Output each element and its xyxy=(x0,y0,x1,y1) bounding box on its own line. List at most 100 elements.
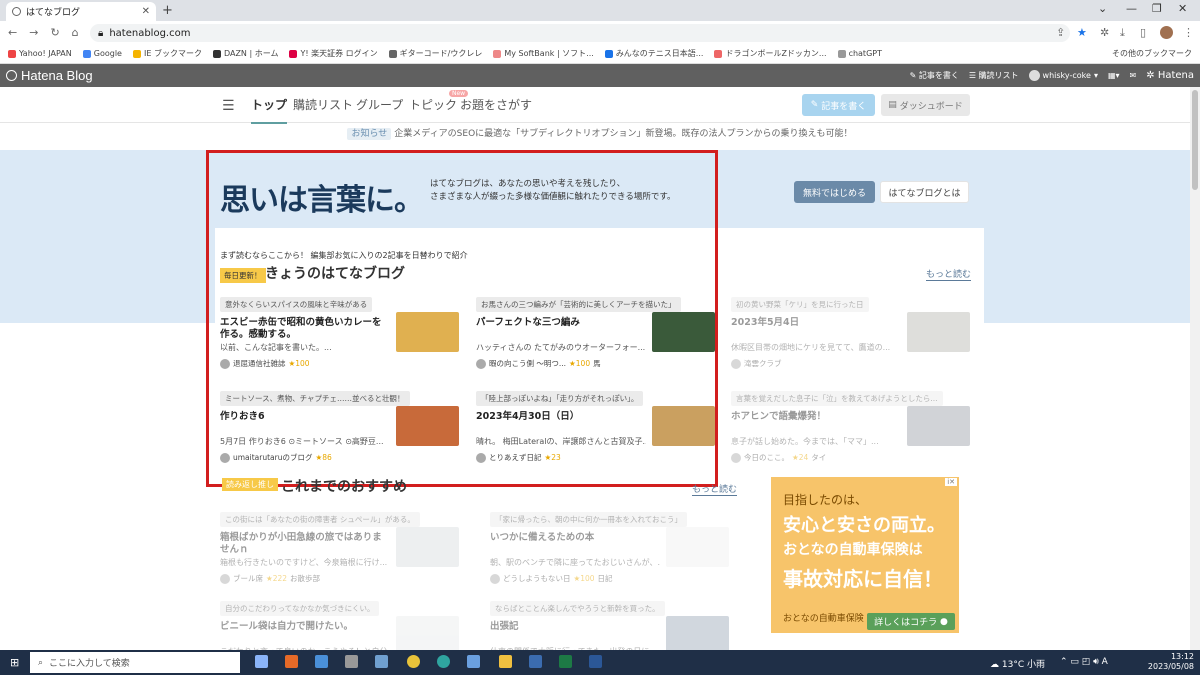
card-thumbnail[interactable] xyxy=(907,312,970,352)
brave-icon[interactable] xyxy=(285,655,298,668)
chevron-down-icon[interactable]: ⌄ xyxy=(1098,2,1107,15)
card-author[interactable]: ブール席 xyxy=(233,573,263,584)
clock[interactable]: 13:12 2023/05/08 xyxy=(1148,652,1194,672)
window-close-button[interactable]: ✕ xyxy=(1178,2,1187,15)
user-menu[interactable]: whisky-coke ▾ xyxy=(1028,70,1098,81)
task-view-icon[interactable] xyxy=(255,655,268,668)
browser-tab-bar xyxy=(0,0,1200,21)
write-article-button[interactable]: ✎ 記事を書く xyxy=(802,94,875,116)
media-icon[interactable] xyxy=(345,655,358,668)
forward-icon[interactable]: → xyxy=(29,26,38,39)
card-title[interactable]: いつかに備えるための本 xyxy=(490,532,660,544)
header-reading-link[interactable]: ☰ 購読リスト xyxy=(969,70,1019,81)
bookmark-item[interactable]: ギターコード/ウクレレ xyxy=(388,48,482,59)
explorer-icon[interactable] xyxy=(499,655,512,668)
bookmark-item[interactable]: Y! 楽天証券 ログイン xyxy=(289,48,378,59)
sidebar-icon[interactable]: ▯ xyxy=(1140,26,1146,39)
bookmark-item[interactable]: DAZN | ホーム xyxy=(212,48,278,59)
weather-widget[interactable]: ☁ 13°C 小雨 xyxy=(990,657,1045,670)
bookmark-item[interactable]: ドラゴンボールZドッカン... xyxy=(714,48,827,59)
card-thumbnail[interactable] xyxy=(907,406,970,446)
word-icon[interactable] xyxy=(589,655,602,668)
card-title[interactable]: ホアヒンで語彙爆発！ xyxy=(731,411,901,423)
card-title[interactable]: 出張記 xyxy=(490,621,660,633)
share-icon[interactable]: ⇪ xyxy=(1056,26,1065,39)
bookmark-item[interactable]: My SoftBank | ソフト... xyxy=(493,48,594,59)
hatena-logo-icon xyxy=(6,70,17,81)
daily-more-link[interactable]: もっと読む xyxy=(926,267,972,281)
app-icon-2[interactable] xyxy=(529,655,542,668)
card-category[interactable]: お散歩部 xyxy=(290,573,320,584)
profile-avatar[interactable] xyxy=(1160,26,1173,39)
reload-icon[interactable]: ↻ xyxy=(50,26,59,39)
windows-start-icon[interactable]: ⊞ xyxy=(10,656,19,669)
bookmark-item[interactable]: Yahoo! JAPAN xyxy=(8,49,72,58)
restore-button[interactable]: ❐ xyxy=(1152,2,1162,15)
notifications-icon[interactable]: ✉ xyxy=(1130,71,1137,80)
article-card[interactable]: 「家に帰ったら、朝の中に何か一冊本を入れておこう」 いつかに備えるための本 朝、駅の… xyxy=(490,512,730,592)
hamburger-menu-icon[interactable]: ☰ xyxy=(222,98,235,114)
hatena-blog-logo[interactable]: Hatena Blog xyxy=(6,68,93,83)
tab-favicon-icon xyxy=(12,7,21,16)
about-button[interactable]: はてなブログとは xyxy=(880,181,969,203)
card-author[interactable]: 今日のここ。 xyxy=(744,452,789,463)
card-title[interactable]: ビニール袋は自力で開けたい。 xyxy=(220,621,390,633)
nav-topics[interactable]: トピック xyxy=(409,96,457,113)
bookmark-item[interactable]: IE ブックマーク xyxy=(132,48,202,59)
download-icon[interactable]: ⤓ xyxy=(1120,26,1125,40)
card-thumbnail[interactable] xyxy=(666,527,729,567)
other-bookmarks[interactable]: その他のブックマーク xyxy=(1112,48,1192,59)
excel-icon[interactable] xyxy=(559,655,572,668)
taskbar-search[interactable]: ⌕ ここに入力して検索 xyxy=(30,652,240,673)
article-card[interactable]: 言葉を覚えだした息子に「泣」を教えてあげようとしたら... ホアヒンで語彙爆発！ 息… xyxy=(731,391,971,471)
article-card[interactable]: この街には「あなたの街の障害者 シュペール」がある。 箱根ばかりが小田急線の旅では… xyxy=(220,512,460,592)
bookmark-item[interactable]: みんなのテニス日本語... xyxy=(604,48,703,59)
browser-tab[interactable]: はてなブログ ✕ xyxy=(6,2,156,21)
dashboard-icon: ▤ xyxy=(888,100,897,110)
card-meta: 今日のここ。 ★24 タイ xyxy=(731,452,826,463)
bookmark-item[interactable]: chatGPT xyxy=(837,49,882,58)
bookmark-item[interactable]: Google xyxy=(82,49,122,58)
scrollbar-thumb[interactable] xyxy=(1192,90,1198,190)
header-write-link[interactable]: ✎ 記事を書く xyxy=(910,70,959,81)
close-tab-icon[interactable]: ✕ xyxy=(142,6,150,17)
apps-grid-icon[interactable]: ▦▾ xyxy=(1108,71,1120,80)
nav-groups[interactable]: グループ xyxy=(356,96,403,113)
bookmark-favicon-icon xyxy=(132,49,141,58)
announcement-bar[interactable]: お知らせ 企業メディアのSEOに最適な「サブディレクトリオプション」新登場。既存の… xyxy=(0,126,1200,140)
start-free-button[interactable]: 無料ではじめる xyxy=(794,181,875,203)
nav-top[interactable]: トップ xyxy=(251,96,288,124)
ad-cta-button[interactable]: 詳しくはコチラ ● xyxy=(867,613,955,630)
back-icon[interactable]: ← xyxy=(8,26,17,39)
card-category[interactable]: 日記 xyxy=(598,573,613,584)
card-title[interactable]: 2023年5月4日 xyxy=(731,317,901,329)
card-author[interactable]: どうしようもない日 xyxy=(503,573,571,584)
ad-banner[interactable]: i✕ 目指したのは、 安心と安さの両立。 おとなの自動車保険は 事故対応に自信！… xyxy=(771,477,959,633)
minimize-button[interactable]: — xyxy=(1126,2,1137,15)
card-category[interactable]: タイ xyxy=(811,452,826,463)
card-title[interactable]: 箱根ばかりが小田急線の旅ではありませんｎ xyxy=(220,532,390,556)
card-author[interactable]: 滝雲クラブ xyxy=(744,358,782,369)
mail-icon[interactable] xyxy=(375,655,388,668)
chrome-icon[interactable] xyxy=(407,655,420,668)
article-card[interactable]: 初の黄い野菜「ケリ」を見に行った日 2023年5月4日 休暇区目帯の畑地にケリを見て… xyxy=(731,297,971,377)
home-icon[interactable]: ⌂ xyxy=(72,26,79,39)
menu-kebab-icon[interactable]: ⋮ xyxy=(1183,26,1194,39)
bookmark-star-icon[interactable]: ★ xyxy=(1077,26,1087,39)
address-bar[interactable]: 🔒︎ hatenablog.com xyxy=(90,24,1070,42)
ad-close-icon[interactable]: i✕ xyxy=(945,478,957,486)
nav-reading-list[interactable]: 購読リスト xyxy=(293,96,353,113)
card-tag: 「家に帰ったら、朝の中に何か一冊本を入れておこう」 xyxy=(490,512,688,527)
card-thumbnail[interactable] xyxy=(396,527,459,567)
hatena-brand-link[interactable]: ✲ Hatena xyxy=(1146,70,1194,81)
dashboard-button[interactable]: ▤ ダッシュボード xyxy=(881,94,970,116)
new-tab-button[interactable]: + xyxy=(162,3,173,18)
store-icon[interactable] xyxy=(315,655,328,668)
nav-find-topics[interactable]: お題をさがす xyxy=(460,96,532,113)
app-icon[interactable] xyxy=(467,655,480,668)
bookmark-favicon-icon xyxy=(714,49,723,58)
tray-icons[interactable]: ⌃ ▭ ◰ 🔊︎ A xyxy=(1060,657,1108,667)
extensions-icon[interactable]: ✲ xyxy=(1100,26,1109,39)
recommend-more-link[interactable]: もっと読む xyxy=(692,482,738,496)
edge-icon[interactable] xyxy=(437,655,450,668)
